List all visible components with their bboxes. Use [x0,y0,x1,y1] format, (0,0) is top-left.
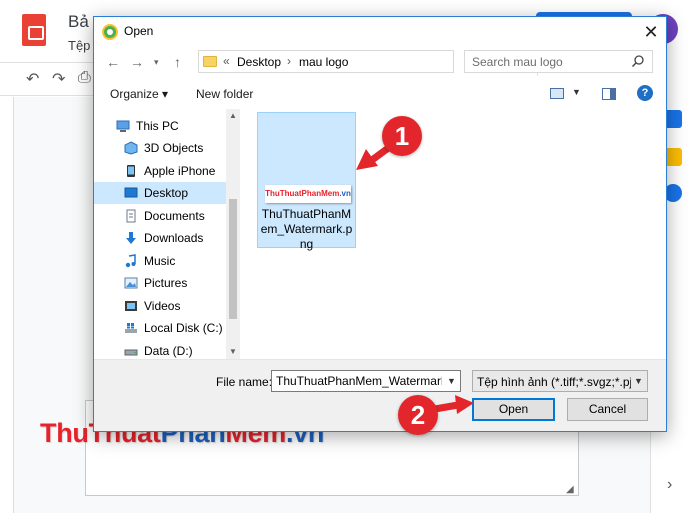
file-name: ThuThuatPhanMem_Watermark.png [260,207,353,251]
file-name-label: File name: [216,375,273,389]
help-icon[interactable]: ? [637,85,653,101]
file-name-combobox[interactable]: ▼ [271,370,461,392]
address-separator: › [287,54,291,68]
command-bar: Organize ▾ New folder ▼ ? [94,79,666,109]
view-dropdown-icon[interactable]: ▼ [572,87,581,97]
windows-drive-icon [125,323,137,333]
search-input[interactable] [466,52,626,71]
drive-icon [124,349,138,356]
scroll-thumb[interactable] [229,199,237,319]
organize-menu[interactable]: Organize ▾ [110,87,168,101]
nav-scrollbar[interactable]: ▲ ▼ [226,109,240,359]
file-thumbnail: ThuThuatPhanMem.vn [265,185,351,203]
file-type-dropdown-icon[interactable]: ▼ [634,376,643,386]
chevron-right-icon[interactable]: › [667,476,672,494]
nav-item-local-disk-c[interactable]: Local Disk (C:) [94,317,226,339]
recent-chevron-icon[interactable]: ▾ [154,57,159,68]
nav-label: 3D Objects [144,141,204,155]
redo-icon[interactable]: ↷ [52,69,65,89]
nav-item-desktop[interactable]: Desktop [94,182,226,204]
navigation-bar: ← → ▾ ↑ « Desktop › mau logo ▾ ↻ [94,47,666,79]
undo-icon[interactable]: ↶ [26,69,39,89]
vertical-ruler [0,97,14,513]
nav-label: Downloads [144,231,204,245]
nav-label: This PC [136,119,179,133]
dialog-footer: File name: ▼ Tệp hình ảnh (*.tiff;*.svgz… [94,359,666,431]
file-type-value: Tệp hình ảnh (*.tiff;*.svgz;*.pjp; [477,375,631,389]
back-arrow-icon[interactable]: ← [106,54,120,70]
desktop-icon [124,187,138,198]
step-1-badge: 1 [382,116,422,156]
computer-icon [116,120,130,132]
open-button[interactable]: Open [472,398,555,421]
nav-label: Data (D:) [144,344,193,358]
music-icon [125,254,136,268]
nav-item-music[interactable]: Music [94,250,226,272]
nav-label: Documents [144,209,205,223]
open-dialog: Open ✕ ← → ▾ ↑ « Desktop › mau logo ▾ ↻ … [93,16,667,432]
search-box [464,50,653,73]
navigation-pane: This PC 3D Objects Apple iPhone Desktop … [94,109,240,359]
nav-label: Pictures [144,276,188,290]
pictures-icon [124,277,138,289]
file-name-input[interactable] [272,371,442,391]
scroll-up-icon[interactable]: ▲ [229,111,237,120]
folder-icon [203,56,217,67]
nav-item-this-pc[interactable]: This PC [94,115,226,137]
nav-label: Music [144,254,176,268]
cancel-button[interactable]: Cancel [567,398,648,421]
nav-item-3d-objects[interactable]: 3D Objects [94,137,226,159]
step-2-badge: 2 [398,395,438,435]
nav-label: Apple iPhone [144,164,216,178]
address-bar[interactable]: « Desktop › mau logo ▾ ↻ [198,50,553,76]
menu-file[interactable]: Tệp [68,38,90,53]
nav-label: Local Disk (C:) [144,321,223,335]
close-button[interactable]: ✕ [638,19,664,45]
address-segment-mau-logo[interactable]: mau logo [299,55,348,69]
address-overflow[interactable]: « [223,54,230,68]
new-folder-button[interactable]: New folder [196,87,253,101]
nav-label: Desktop [144,186,189,200]
scroll-down-icon[interactable]: ▼ [229,347,237,356]
dialog-title: Open [124,24,154,38]
nav-item-documents[interactable]: Documents [94,205,226,227]
file-item-watermark[interactable]: ThuThuatPhanMem.vn ThuThuatPhanMem_Water… [257,112,356,251]
doc-title[interactable]: Bả [68,12,89,32]
phone-icon [127,165,135,177]
print-icon[interactable]: ⎙ [78,69,91,87]
chrome-app-icon [102,24,118,40]
file-list: ThuThuatPhanMem.vn ThuThuatPhanMem_Water… [240,109,666,359]
forward-arrow-icon[interactable]: → [130,54,144,70]
nav-item-downloads[interactable]: Downloads [94,227,226,249]
download-icon [126,232,136,244]
document-icon [126,209,136,223]
file-name-dropdown-icon[interactable]: ▼ [447,376,456,386]
videos-icon [125,301,137,311]
preview-pane-icon[interactable] [602,88,616,100]
nav-item-pictures[interactable]: Pictures [94,272,226,294]
address-segment-desktop[interactable]: Desktop [237,55,281,69]
nav-item-apple-iphone[interactable]: Apple iPhone [94,160,226,182]
search-icon[interactable] [631,54,645,68]
dialog-titlebar[interactable]: Open ✕ [94,17,666,47]
up-arrow-icon[interactable]: ↑ [174,54,181,70]
nav-item-videos[interactable]: Videos [94,295,226,317]
slides-doc-icon[interactable] [22,14,46,46]
file-type-select[interactable]: Tệp hình ảnh (*.tiff;*.svgz;*.pjp; ▼ [472,370,648,392]
resize-handle-icon[interactable]: ◢ [566,484,574,495]
nav-label: Videos [144,299,181,313]
view-options-icon[interactable] [550,88,564,99]
cube-icon [124,141,138,155]
